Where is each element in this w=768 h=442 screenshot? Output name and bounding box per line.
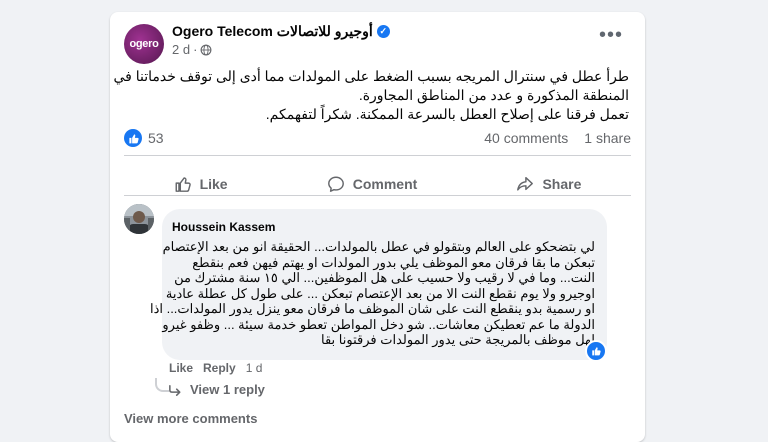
like-label: Like [199,176,228,192]
meta-separator: · [193,42,198,57]
share-icon [517,176,534,191]
post-stats: 53 40 comments 1 share [124,126,631,150]
comment-like-reaction-icon[interactable] [585,340,607,362]
comment-bubble: Houssein Kassem لي بتضحكو على العالم وبت… [149,209,607,360]
comment-text-line: تبعكن ما بقا فرقان معو الموظف يلي بدور ا… [192,254,595,270]
share-label: Share [542,176,582,192]
ogero-logo-text: ogero [129,38,159,50]
comment-author[interactable]: Houssein Kassem [172,220,275,234]
comment-actions: Like Reply 1 d [169,361,262,375]
divider [124,155,631,156]
post-text-line: طرأ عطل في سنترال المريجه بسبب الضغط على… [113,68,629,84]
comment-text-line: او رسمية بدو ينقطع النت على شان الموظف م… [149,301,595,316]
view-replies-button[interactable]: View 1 reply [168,382,265,397]
comment-text-line: النت... وما في لا رقيب ولا حسيب على هل ا… [174,270,595,285]
post-text-line: المنطقة المذكورة و عدد من المناطق المجاو… [358,87,629,103]
post-card: ogero Ogero Telecom أوجيرو للاتصالات ✓ 2… [110,12,645,442]
page-name-row: Ogero Telecom أوجيرو للاتصالات ✓ [172,23,390,40]
shares-count[interactable]: 1 share [584,130,631,146]
view-more-comments-button[interactable]: View more comments [124,411,257,426]
comment-like-button[interactable]: Like [169,361,193,375]
commenter-avatar[interactable] [124,204,154,234]
post-time[interactable]: 2 d [172,42,190,57]
reply-thread-line [155,378,169,392]
thumbs-up-icon [175,177,191,192]
reactions-count: 53 [148,130,164,146]
post-text-line: تعمل فرقنا على إصلاح العطل بالسرعة الممك… [265,106,629,122]
page-name[interactable]: Ogero Telecom أوجيرو للاتصالات [172,23,373,40]
comment-text-line: لي بتضحكو على العالم وبتقولو في عطل بالم… [162,239,595,254]
view-replies-label: View 1 reply [190,382,265,397]
reply-arrow-icon [169,384,181,396]
comment-text: لي بتضحكو على العالم وبتقولو في عطل بالم… [149,239,595,348]
engagement-counts: 40 comments 1 share [484,130,631,146]
reactions-summary[interactable]: 53 [124,129,164,147]
post-body: طرأ عطل في سنترال المريجه بسبب الضغط على… [113,67,629,124]
post-actions: Like Comment Share [124,166,631,202]
comments-count[interactable]: 40 comments [484,130,568,146]
more-options-icon[interactable]: ••• [599,25,623,45]
comment-text-line: اوجيرو ولا يوم نقطع النت الا من بعد الإع… [165,285,595,301]
comment-text-line: الدولة ما عم تعطيكن معاشات.. شو دخل المو… [162,316,595,332]
post-meta: 2 d · [172,42,212,57]
comment-label: Comment [352,176,418,192]
like-reaction-icon [124,129,142,147]
page-avatar[interactable]: ogero [124,24,164,64]
divider [124,195,631,196]
comment-time[interactable]: 1 d [246,361,263,375]
comment-reply-button[interactable]: Reply [203,361,236,375]
globe-icon [200,44,212,55]
comment-icon [327,176,344,192]
verified-badge-icon: ✓ [376,25,390,38]
comment-text-line: لهل موظف بالمريجة حتى يدور المولدات فرقت… [321,332,595,347]
